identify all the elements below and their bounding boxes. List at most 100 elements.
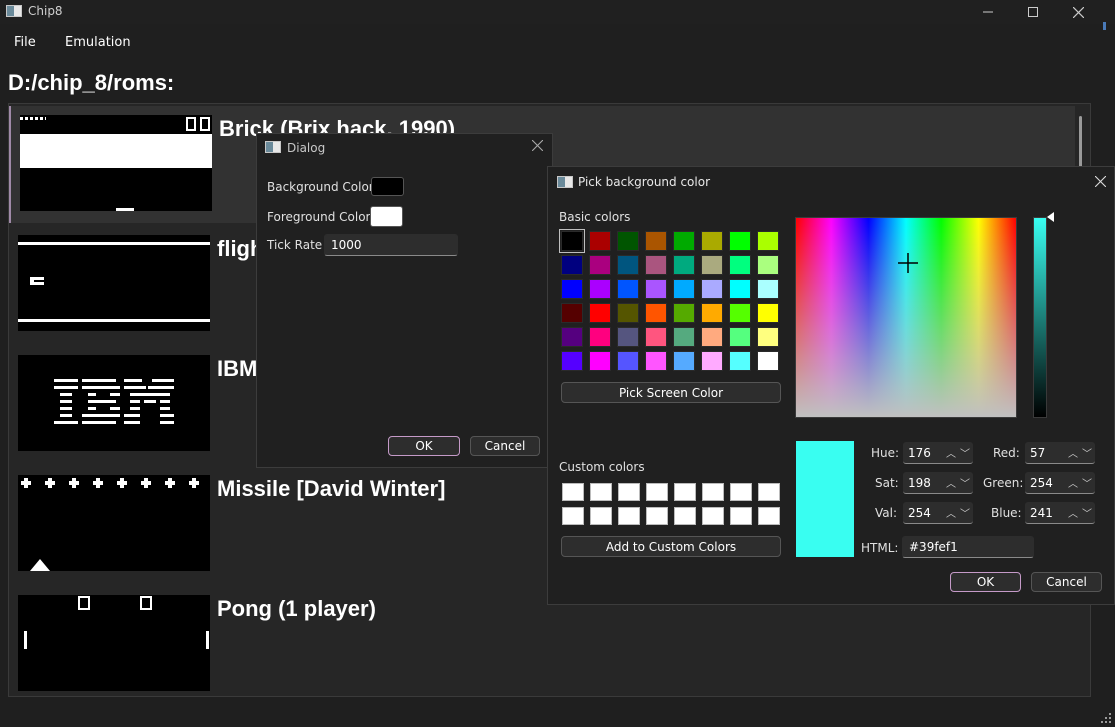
custom-color-swatch[interactable] [562, 507, 584, 525]
basic-color-swatch[interactable] [561, 303, 583, 323]
resize-grip-icon[interactable] [1099, 711, 1113, 725]
custom-color-swatch[interactable] [730, 483, 752, 501]
basic-color-swatch[interactable] [617, 351, 639, 371]
foreground-color-swatch[interactable] [370, 206, 403, 227]
basic-color-swatch[interactable] [673, 351, 695, 371]
spin-down-icon[interactable]: ﹀ [1082, 475, 1092, 490]
minimize-button[interactable] [965, 0, 1011, 24]
menu-file[interactable]: File [14, 35, 36, 50]
custom-color-swatch[interactable] [646, 483, 668, 501]
basic-color-swatch[interactable] [701, 255, 723, 275]
html-color-input[interactable]: #39fef1 [902, 536, 1034, 558]
spin-up-icon[interactable]: ︿ [946, 445, 956, 460]
basic-color-swatch[interactable] [701, 303, 723, 323]
spin-down-icon[interactable]: ﹀ [1082, 505, 1092, 520]
sat-spinbox[interactable]: 198 ︿ ﹀ [903, 472, 973, 494]
basic-color-swatch[interactable] [561, 255, 583, 275]
custom-color-swatch[interactable] [730, 507, 752, 525]
custom-color-swatch[interactable] [618, 507, 640, 525]
custom-color-swatch[interactable] [758, 507, 780, 525]
close-button[interactable] [1055, 0, 1101, 24]
dialog-close-button[interactable] [531, 139, 544, 154]
blue-spinbox[interactable]: 241 ︿ ﹀ [1025, 502, 1095, 524]
basic-color-swatch[interactable] [617, 231, 639, 251]
hue-spinbox[interactable]: 176 ︿ ﹀ [903, 442, 973, 464]
settings-ok-button[interactable]: OK [388, 436, 460, 456]
value-slider[interactable] [1033, 217, 1047, 418]
color-cancel-button[interactable]: Cancel [1031, 572, 1102, 592]
pick-screen-color-button[interactable]: Pick Screen Color [561, 382, 781, 403]
custom-color-swatch[interactable] [702, 483, 724, 501]
spin-down-icon[interactable]: ﹀ [960, 445, 970, 460]
spin-up-icon[interactable]: ︿ [946, 505, 956, 520]
spin-up-icon[interactable]: ︿ [1068, 505, 1078, 520]
basic-color-swatch[interactable] [729, 231, 751, 251]
add-to-custom-colors-button[interactable]: Add to Custom Colors [561, 536, 781, 557]
basic-color-swatch[interactable] [701, 327, 723, 347]
basic-color-swatch[interactable] [757, 279, 779, 299]
basic-color-swatch[interactable] [617, 327, 639, 347]
spin-up-icon[interactable]: ︿ [1068, 475, 1078, 490]
basic-color-swatch[interactable] [729, 279, 751, 299]
basic-color-swatch[interactable] [645, 279, 667, 299]
custom-color-swatch[interactable] [590, 483, 612, 501]
menu-emulation[interactable]: Emulation [65, 35, 131, 50]
custom-color-swatch[interactable] [562, 483, 584, 501]
basic-color-swatch[interactable] [617, 303, 639, 323]
basic-color-swatch[interactable] [645, 255, 667, 275]
basic-color-swatch[interactable] [645, 351, 667, 371]
spin-up-icon[interactable]: ︿ [946, 475, 956, 490]
basic-color-swatch[interactable] [645, 231, 667, 251]
color-dialog-close-button[interactable] [1094, 175, 1107, 190]
green-spinbox[interactable]: 254 ︿ ﹀ [1025, 472, 1095, 494]
maximize-button[interactable] [1010, 0, 1056, 24]
basic-color-swatch[interactable] [673, 303, 695, 323]
hue-saturation-spectrum[interactable] [795, 217, 1017, 418]
basic-color-swatch[interactable] [589, 303, 611, 323]
basic-color-swatch[interactable] [645, 303, 667, 323]
value-slider-arrow-icon[interactable] [1047, 212, 1054, 222]
basic-color-swatch[interactable] [589, 351, 611, 371]
basic-color-swatch[interactable] [561, 279, 583, 299]
spin-down-icon[interactable]: ﹀ [960, 475, 970, 490]
basic-color-swatch[interactable] [561, 351, 583, 371]
spin-down-icon[interactable]: ﹀ [1082, 445, 1092, 460]
basic-color-swatch[interactable] [729, 351, 751, 371]
basic-color-swatch[interactable] [757, 327, 779, 347]
spin-up-icon[interactable]: ︿ [1068, 445, 1078, 460]
custom-color-swatch[interactable] [590, 507, 612, 525]
basic-color-swatch[interactable] [559, 229, 585, 253]
val-spinbox[interactable]: 254 ︿ ﹀ [903, 502, 973, 524]
custom-color-swatch[interactable] [758, 483, 780, 501]
basic-color-swatch[interactable] [589, 279, 611, 299]
basic-color-swatch[interactable] [673, 231, 695, 251]
basic-color-swatch[interactable] [673, 255, 695, 275]
basic-color-swatch[interactable] [617, 255, 639, 275]
basic-color-swatch[interactable] [701, 351, 723, 371]
basic-color-swatch[interactable] [757, 231, 779, 251]
basic-color-swatch[interactable] [617, 279, 639, 299]
tick-rate-input[interactable]: 1000 [324, 234, 458, 256]
basic-color-swatch[interactable] [757, 303, 779, 323]
custom-color-swatch[interactable] [674, 483, 696, 501]
custom-color-swatch[interactable] [618, 483, 640, 501]
basic-color-swatch[interactable] [589, 255, 611, 275]
custom-color-swatch[interactable] [702, 507, 724, 525]
basic-color-swatch[interactable] [757, 255, 779, 275]
basic-color-swatch[interactable] [701, 279, 723, 299]
basic-color-swatch[interactable] [729, 303, 751, 323]
basic-color-swatch[interactable] [589, 327, 611, 347]
spin-down-icon[interactable]: ﹀ [960, 505, 970, 520]
custom-color-swatch[interactable] [674, 507, 696, 525]
basic-color-swatch[interactable] [729, 327, 751, 347]
red-spinbox[interactable]: 57 ︿ ﹀ [1025, 442, 1095, 464]
settings-cancel-button[interactable]: Cancel [470, 436, 540, 456]
color-ok-button[interactable]: OK [950, 572, 1021, 592]
basic-color-swatch[interactable] [645, 327, 667, 347]
basic-color-swatch[interactable] [589, 231, 611, 251]
basic-color-swatch[interactable] [757, 351, 779, 371]
basic-color-swatch[interactable] [701, 231, 723, 251]
basic-color-swatch[interactable] [561, 327, 583, 347]
background-color-swatch[interactable] [371, 177, 404, 196]
basic-color-swatch[interactable] [673, 327, 695, 347]
